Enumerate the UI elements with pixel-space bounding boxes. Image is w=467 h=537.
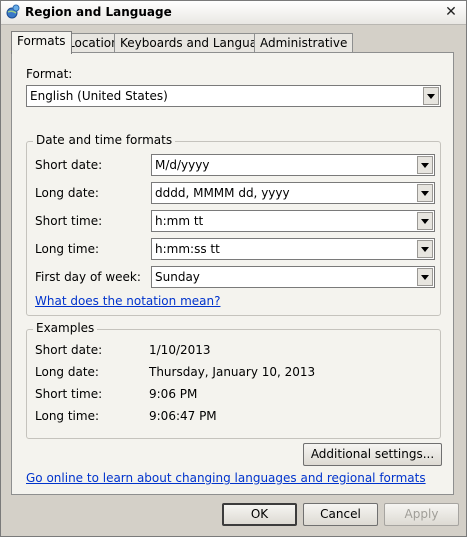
- format-dropdown[interactable]: English (United States): [26, 85, 441, 107]
- example-long-time-value: 9:06:47 PM: [149, 409, 217, 423]
- cancel-button[interactable]: Cancel: [303, 503, 378, 526]
- tab-administrative[interactable]: Administrative: [254, 33, 354, 53]
- first-day-of-week-value: Sunday: [155, 270, 200, 284]
- chevron-down-icon[interactable]: [417, 268, 433, 286]
- chevron-down-icon[interactable]: [417, 212, 433, 230]
- example-short-time-label: Short time:: [35, 387, 103, 401]
- dialog-button-bar: OK Cancel Apply: [1, 496, 466, 536]
- window-title: Region and Language: [25, 5, 172, 19]
- short-time-dropdown[interactable]: h:mm tt: [151, 210, 435, 232]
- first-day-of-week-label: First day of week:: [35, 270, 141, 284]
- long-date-label: Long date:: [35, 186, 99, 200]
- additional-settings-button[interactable]: Additional settings...: [303, 443, 442, 466]
- long-time-value: h:mm:ss tt: [155, 242, 220, 256]
- datetime-formats-legend: Date and time formats: [33, 133, 176, 147]
- format-label: Format:: [26, 67, 73, 81]
- region-language-dialog: Region and Language ✕ Formats Location K…: [0, 0, 467, 537]
- title-bar[interactable]: Region and Language ✕: [1, 1, 466, 25]
- online-help-link[interactable]: Go online to learn about changing langua…: [26, 471, 426, 485]
- examples-group: Examples Short date: 1/10/2013 Long date…: [26, 321, 441, 439]
- long-time-dropdown[interactable]: h:mm:ss tt: [151, 238, 435, 260]
- formats-panel: Format: English (United States) Date and…: [11, 52, 454, 495]
- ok-button[interactable]: OK: [222, 503, 297, 526]
- format-value: English (United States): [30, 89, 168, 103]
- long-date-value: dddd, MMMM dd, yyyy: [155, 186, 290, 200]
- chevron-down-icon[interactable]: [417, 184, 433, 202]
- tab-formats[interactable]: Formats: [11, 31, 72, 54]
- example-long-time-label: Long time:: [35, 409, 100, 423]
- example-short-date-label: Short date:: [35, 343, 103, 357]
- datetime-formats-group: Date and time formats Short date: M/d/yy…: [26, 133, 441, 316]
- short-date-value: M/d/yyyy: [155, 158, 210, 172]
- example-long-date-value: Thursday, January 10, 2013: [149, 365, 316, 379]
- short-date-label: Short date:: [35, 158, 103, 172]
- example-short-time-value: 9:06 PM: [149, 387, 198, 401]
- short-time-value: h:mm tt: [155, 214, 204, 228]
- long-date-dropdown[interactable]: dddd, MMMM dd, yyyy: [151, 182, 435, 204]
- apply-button[interactable]: Apply: [384, 503, 459, 526]
- examples-legend: Examples: [33, 321, 98, 335]
- example-long-date-label: Long date:: [35, 365, 99, 379]
- short-date-dropdown[interactable]: M/d/yyyy: [151, 154, 435, 176]
- chevron-down-icon[interactable]: [417, 240, 433, 258]
- first-day-of-week-dropdown[interactable]: Sunday: [151, 266, 435, 288]
- example-short-date-value: 1/10/2013: [149, 343, 211, 357]
- chevron-down-icon[interactable]: [417, 156, 433, 174]
- short-time-label: Short time:: [35, 214, 103, 228]
- chevron-down-icon[interactable]: [423, 87, 439, 105]
- notation-help-link[interactable]: What does the notation mean?: [35, 294, 220, 308]
- close-icon[interactable]: ✕: [442, 3, 460, 21]
- long-time-label: Long time:: [35, 242, 100, 256]
- globe-icon: [5, 4, 21, 20]
